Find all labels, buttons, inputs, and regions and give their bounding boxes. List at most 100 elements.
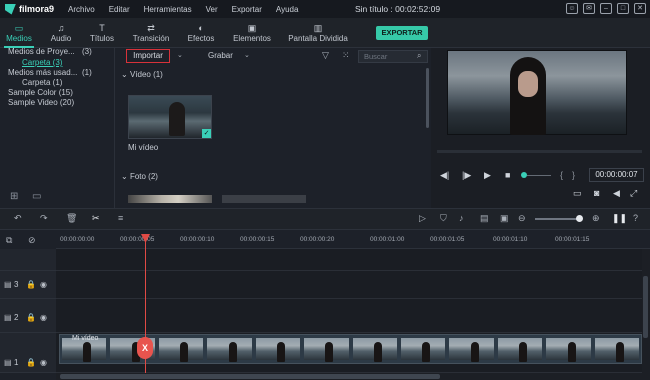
- track-lane-3[interactable]: [56, 271, 642, 299]
- tab-efectos[interactable]: ◐ Efectos: [183, 22, 219, 43]
- ruler-label: 00:00:01:10: [493, 236, 528, 243]
- notification-icon[interactable]: ✉: [583, 3, 595, 14]
- menu-archivo[interactable]: Archivo: [68, 5, 95, 14]
- tree-item-sample-color[interactable]: Sample Color (15): [8, 88, 73, 97]
- menu-ver[interactable]: Ver: [206, 5, 218, 14]
- track-lane-2[interactable]: [56, 299, 642, 333]
- marker-icon[interactable]: ⛉: [440, 213, 447, 224]
- effects-icon: ◐: [198, 23, 204, 33]
- music-icon: ♫: [57, 23, 65, 33]
- tree-item-sample-video[interactable]: Sample Video (20): [8, 98, 74, 107]
- app-logo: filmora9: [5, 3, 54, 15]
- snapshot-timeline-icon[interactable]: ▣: [500, 213, 509, 224]
- photo-section-header[interactable]: ⌄ Foto (2): [121, 172, 158, 181]
- tab-pantalla-dividida[interactable]: ▥ Pantalla Dividida: [287, 22, 349, 43]
- tree-item-medios-proyecto[interactable]: Medios de Proye... (3): [8, 47, 92, 56]
- render-icon[interactable]: ▷: [419, 213, 426, 224]
- timeline-horizontal-scroll-thumb[interactable]: [60, 374, 440, 379]
- stop-icon[interactable]: ■: [505, 170, 510, 180]
- folder-icon[interactable]: ▭: [32, 191, 41, 202]
- playback-scrub-line[interactable]: [527, 175, 551, 176]
- tree-item-carpeta-1[interactable]: Carpeta (1): [22, 78, 62, 87]
- account-icon[interactable]: ☺: [566, 3, 578, 14]
- volume-icon[interactable]: ◀: [613, 188, 620, 199]
- microphone-icon[interactable]: ♪: [459, 213, 464, 223]
- folder-icon: ▭: [14, 23, 24, 33]
- lock-icon[interactable]: 🔒: [26, 358, 36, 367]
- clip-frame-subject: [180, 342, 189, 362]
- split-marker-icon[interactable]: X: [137, 337, 153, 359]
- preview-video: [447, 50, 627, 135]
- pause-icon[interactable]: ❚❚: [612, 213, 627, 224]
- delete-icon[interactable]: 🗑: [66, 213, 77, 224]
- video-name: Mi vídeo: [128, 143, 159, 152]
- menu-ayuda[interactable]: Ayuda: [276, 5, 299, 14]
- split-screen-icon: ▥: [313, 23, 323, 33]
- record-button[interactable]: Grabar: [208, 51, 233, 60]
- clip-frame-subject: [228, 342, 237, 362]
- track-lane-empty[interactable]: [56, 249, 642, 271]
- display-settings-icon[interactable]: ▭: [573, 188, 582, 199]
- adjust-icon[interactable]: ≡: [118, 213, 123, 223]
- fullscreen-icon[interactable]: ⤢: [630, 188, 637, 199]
- lock-icon[interactable]: 🔒: [26, 280, 36, 289]
- tree-item-medios-mas-usados[interactable]: Medios más usad... (1): [8, 68, 92, 77]
- video-section-header[interactable]: ⌄ Vídeo (1): [121, 70, 163, 79]
- tab-transicion[interactable]: ⇄ Transición: [130, 22, 172, 43]
- search-icon[interactable]: ⌕: [417, 51, 421, 61]
- photo-thumbnail[interactable]: [128, 195, 212, 203]
- photo-thumbnail[interactable]: [222, 195, 306, 203]
- undo-icon[interactable]: ↶: [14, 213, 22, 224]
- redo-icon[interactable]: ↷: [40, 213, 48, 224]
- film-icon: ▤: [4, 280, 12, 289]
- image-icon: ▣: [247, 23, 257, 33]
- menu-editar[interactable]: Editar: [109, 5, 130, 14]
- zoom-slider-knob[interactable]: [576, 215, 583, 222]
- import-dropdown-icon[interactable]: ⌄: [177, 51, 183, 59]
- play-icon[interactable]: ▶: [484, 170, 491, 181]
- eye-icon[interactable]: ◉: [40, 280, 47, 289]
- close-icon[interactable]: ✕: [634, 3, 646, 14]
- menu-exportar[interactable]: Exportar: [232, 5, 262, 14]
- zoom-in-icon[interactable]: ⊕: [592, 213, 600, 224]
- filter-icon[interactable]: ▽: [322, 50, 329, 61]
- import-button[interactable]: Importar: [126, 49, 170, 63]
- tab-medios[interactable]: ▭ Medios: [4, 22, 34, 43]
- preview-progress-bar[interactable]: [437, 150, 642, 153]
- new-folder-icon[interactable]: ⊞: [10, 191, 18, 202]
- timeline-vertical-scroll-thumb[interactable]: [643, 276, 648, 338]
- zoom-slider-track[interactable]: [535, 218, 579, 220]
- zoom-out-icon[interactable]: ⊖: [518, 213, 526, 224]
- tab-label: Elementos: [233, 34, 271, 43]
- mark-in-icon[interactable]: {: [560, 170, 563, 180]
- snapshot-icon[interactable]: ◙: [594, 188, 599, 198]
- minimize-icon[interactable]: –: [600, 3, 612, 14]
- record-dropdown-icon[interactable]: ⌄: [244, 51, 250, 59]
- export-button[interactable]: EXPORTAR: [376, 26, 428, 40]
- video-thumbnail[interactable]: [128, 95, 212, 139]
- tree-item-carpeta-3[interactable]: Carpeta (3): [22, 58, 62, 67]
- next-frame-icon[interactable]: |▶︎: [462, 170, 471, 181]
- eye-icon[interactable]: ◉: [40, 313, 47, 322]
- unlink-icon[interactable]: ⊘: [28, 235, 36, 246]
- help-icon[interactable]: ?: [633, 213, 638, 223]
- previous-frame-icon[interactable]: ◀︎|: [440, 170, 449, 181]
- tab-titulos[interactable]: T Títulos: [86, 22, 118, 43]
- lock-icon[interactable]: 🔒: [26, 313, 36, 322]
- library-scrollbar[interactable]: [426, 68, 429, 128]
- voiceover-icon[interactable]: ▤: [480, 213, 489, 224]
- tree-item-label: Medios más usad...: [8, 68, 78, 77]
- tab-audio[interactable]: ♫ Audio: [46, 22, 76, 43]
- maximize-icon[interactable]: □: [617, 3, 629, 14]
- tab-label: Audio: [50, 34, 72, 43]
- menu-herramientas[interactable]: Herramientas: [144, 5, 192, 14]
- track-header-1[interactable]: [0, 333, 56, 373]
- mark-out-icon[interactable]: }: [572, 170, 575, 180]
- cut-icon[interactable]: ✂: [92, 213, 100, 224]
- tab-elementos[interactable]: ▣ Elementos: [230, 22, 274, 43]
- grid-view-icon[interactable]: ⁙: [342, 50, 350, 61]
- eye-icon[interactable]: ◉: [40, 358, 47, 367]
- clip-frame-subject: [325, 342, 334, 362]
- add-track-icon[interactable]: ⧉: [6, 235, 12, 246]
- transition-icon: ⇄: [147, 23, 155, 33]
